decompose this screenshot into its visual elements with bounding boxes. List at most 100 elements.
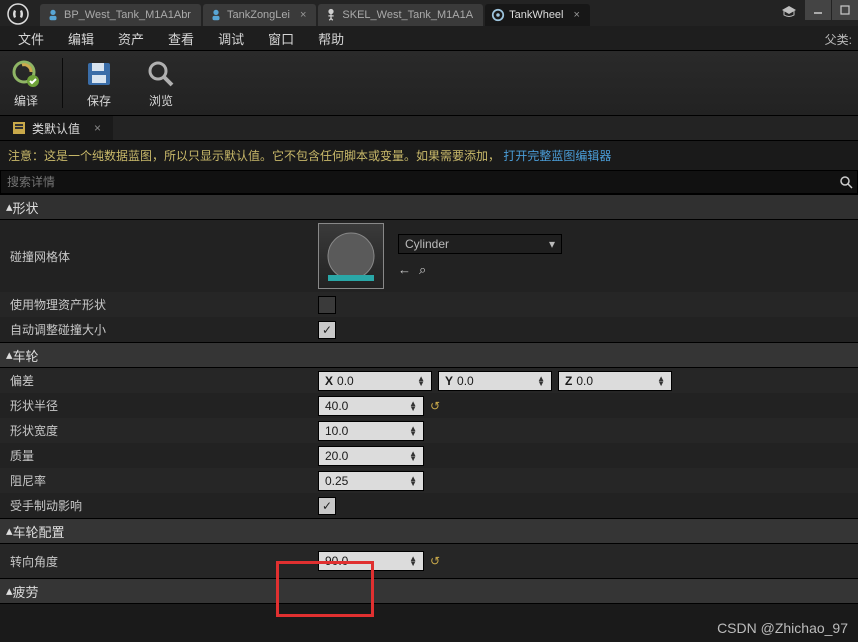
label-width: 形状宽度 [0,418,312,443]
reset-icon[interactable]: ↺ [430,554,440,568]
toolbar: 编译 保存 浏览 [0,51,858,116]
checkbox-use-phys[interactable] [318,296,336,314]
save-button[interactable]: 保存 [83,58,115,109]
mass-input[interactable]: 20.0▲▼ [318,446,424,466]
menu-asset[interactable]: 资产 [106,25,156,52]
close-icon[interactable]: × [300,9,306,21]
blueprint-icon [46,8,60,22]
compile-icon [10,58,42,90]
label-collision-mesh: 碰撞网格体 [0,244,312,269]
damping-value: 0.25 [325,474,348,488]
label-offset: 偏差 [0,368,312,393]
damping-input[interactable]: 0.25 ▲▼ [318,471,424,491]
section-fatigue-title: 疲劳 [13,582,39,601]
save-icon [83,58,115,90]
tab-tank-zonglei[interactable]: TankZongLei × [203,4,316,26]
menu-view[interactable]: 查看 [156,25,206,52]
spinner-icon[interactable]: ▲▼ [409,401,417,411]
spinner-icon[interactable]: ▲▼ [417,376,425,386]
row-steer-angle: 转向角度 90.0 ▲▼ ↺ [0,544,858,578]
offset-x-input[interactable]: X0.0▲▼ [318,371,432,391]
open-full-editor-link[interactable]: 打开完整蓝图编辑器 [503,149,611,163]
search-input[interactable] [1,173,835,191]
radius-value: 40.0 [325,399,348,413]
radius-input[interactable]: 40.0 ▲▼ [318,396,424,416]
tab-label: SKEL_West_Tank_M1A1A [342,9,473,21]
menu-help[interactable]: 帮助 [306,25,356,52]
watermark: CSDN @Zhichao_97 [717,620,848,636]
row-damping: 阻尼率 0.25▲▼ [0,468,858,493]
window-controls [804,0,858,20]
width-input[interactable]: 10.0▲▼ [318,421,424,441]
subtab-label: 类默认值 [32,120,80,137]
chevron-down-icon: ▾ [549,237,555,251]
ue-logo-icon [6,2,30,26]
asset-name: Cylinder [405,237,449,251]
maximize-button[interactable] [832,0,858,20]
section-shape[interactable]: ▴ 形状 [0,194,858,220]
menu-edit[interactable]: 编辑 [56,25,106,52]
section-steer[interactable]: ▴ 车轮配置 [0,518,858,544]
browse-label: 浏览 [149,92,173,109]
spinner-icon[interactable]: ▲▼ [657,376,665,386]
data-only-notice: 注意：这是一个纯数据蓝图，所以只显示默认值。它不包含任何脚本或变量。如果需要添加… [0,141,858,170]
details-search [0,170,858,194]
menu-file[interactable]: 文件 [6,25,56,52]
browse-to-icon[interactable]: ⌕ [419,262,426,278]
defaults-icon [12,121,26,135]
details-panel: ▴ 形状 碰撞网格体 Cylinder ▾ ← ⌕ 使用物理资产形状 自动调整碰… [0,194,858,604]
reset-icon[interactable]: ↺ [430,399,440,413]
steer-angle-value: 90.0 [325,554,348,568]
offset-x-value: 0.0 [337,374,354,388]
tab-label: TankWheel [509,9,563,21]
search-icon[interactable] [835,175,857,189]
checkbox-auto-adjust[interactable]: ✓ [318,321,336,339]
asset-combo[interactable]: Cylinder ▾ [398,234,562,254]
row-mass: 质量 20.0▲▼ [0,443,858,468]
wheel-icon [491,8,505,22]
spinner-icon[interactable]: ▲▼ [409,556,417,566]
tab-class-defaults[interactable]: 类默认值 × [0,116,113,140]
menu-window[interactable]: 窗口 [256,25,306,52]
spinner-icon[interactable]: ▲▼ [409,476,417,486]
spinner-icon[interactable]: ▲▼ [409,426,417,436]
minimize-button[interactable] [805,0,831,20]
spinner-icon[interactable]: ▲▼ [537,376,545,386]
label-handbrake: 受手制动影响 [0,493,312,518]
row-width: 形状宽度 10.0▲▼ [0,418,858,443]
tab-label: BP_West_Tank_M1A1Abr [64,9,191,21]
offset-y-value: 0.0 [457,374,474,388]
row-handbrake: 受手制动影响 ✓ [0,493,858,518]
menu-bar: 文件 编辑 资产 查看 调试 窗口 帮助 [0,26,858,51]
browse-icon [145,58,177,90]
label-steer-angle: 转向角度 [0,549,312,574]
close-icon[interactable]: × [574,9,580,21]
menu-debug[interactable]: 调试 [206,25,256,52]
spinner-icon[interactable]: ▲▼ [409,451,417,461]
tutorial-icon[interactable] [780,3,798,24]
asset-thumbnail[interactable] [318,223,384,289]
section-shape-title: 形状 [13,198,39,217]
steer-angle-input[interactable]: 90.0 ▲▼ [318,551,424,571]
row-offset: 偏差 X0.0▲▼ Y0.0▲▼ Z0.0▲▼ [0,368,858,393]
row-radius: 形状半径 40.0▲▼ ↺ [0,393,858,418]
parent-class-label: 父类: [825,31,852,48]
tab-skel-west-tank[interactable]: SKEL_West_Tank_M1A1A [318,4,483,26]
close-icon[interactable]: × [94,121,101,135]
use-selected-icon[interactable]: ← [398,262,411,278]
offset-z-value: 0.0 [576,374,593,388]
offset-z-input[interactable]: Z0.0▲▼ [558,371,672,391]
tab-bp-west-tank[interactable]: BP_West_Tank_M1A1Abr [40,4,201,26]
checkbox-handbrake[interactable]: ✓ [318,497,336,515]
skeleton-icon [324,8,338,22]
offset-y-input[interactable]: Y0.0▲▼ [438,371,552,391]
tab-tank-wheel[interactable]: TankWheel × [485,4,590,26]
section-fatigue[interactable]: ▴ 疲劳 [0,578,858,604]
section-wheel[interactable]: ▴ 车轮 [0,342,858,368]
compile-button[interactable]: 编译 [10,58,42,109]
blueprint-icon [209,8,223,22]
section-steer-title: 车轮配置 [13,522,65,541]
label-mass: 质量 [0,443,312,468]
save-label: 保存 [87,92,111,109]
browse-button[interactable]: 浏览 [145,58,177,109]
